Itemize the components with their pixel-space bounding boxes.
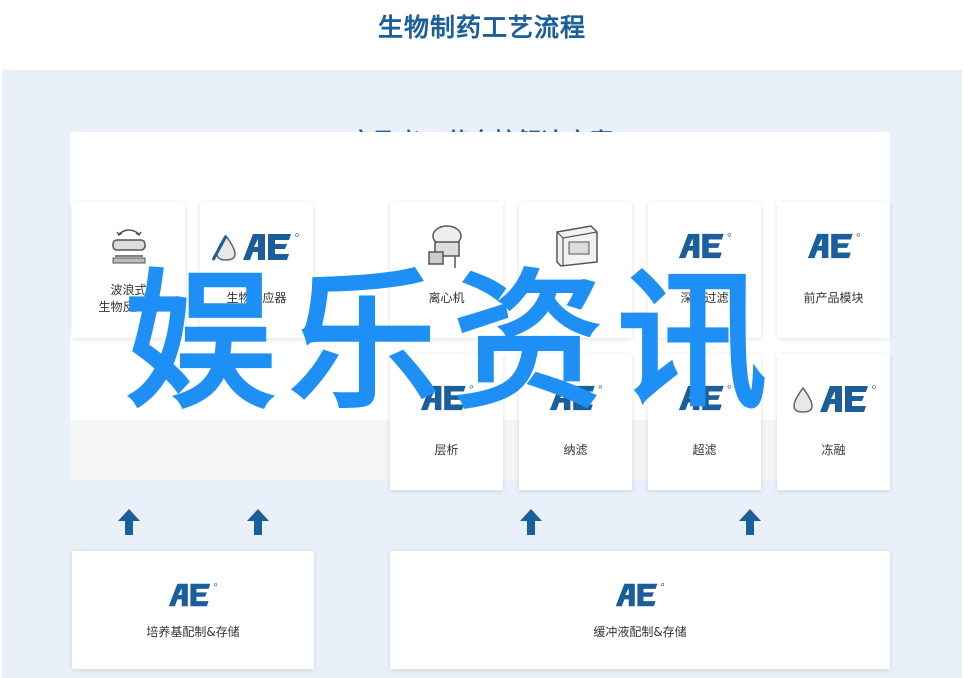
watermark-text: 娱乐资讯 <box>125 256 782 430</box>
page-title: 生物制药工艺流程 <box>377 13 586 42</box>
card-label: 缓冲液配制&存储 <box>593 625 687 639</box>
card-buffer-prep[interactable]: 缓冲液配制&存储 <box>390 551 890 669</box>
up-arrow-icon <box>246 508 270 536</box>
card-label: 培养基配制&存储 <box>146 625 240 639</box>
card-label: 纳滤 <box>563 443 588 457</box>
card-media-prep[interactable]: 培养基配制&存储 <box>72 551 314 669</box>
card-label: 冻融 <box>821 443 846 457</box>
card-product-module[interactable]: 前产品模块 <box>777 202 890 338</box>
ae-logo-icon <box>614 581 666 609</box>
card-freeze-thaw[interactable]: 冻融 <box>777 354 890 490</box>
page-header: 生物制药工艺流程 <box>0 0 964 68</box>
ae-logo-droplet-icon <box>792 385 876 413</box>
card-label: 层析 <box>434 443 459 457</box>
ae-logo-icon <box>806 232 862 260</box>
card-label: 超滤 <box>692 443 717 457</box>
ae-logo-icon <box>167 581 219 609</box>
up-arrow-icon <box>738 508 762 536</box>
up-arrow-icon <box>519 508 543 536</box>
up-arrow-icon <box>117 508 141 536</box>
card-label: 前产品模块 <box>803 291 864 305</box>
